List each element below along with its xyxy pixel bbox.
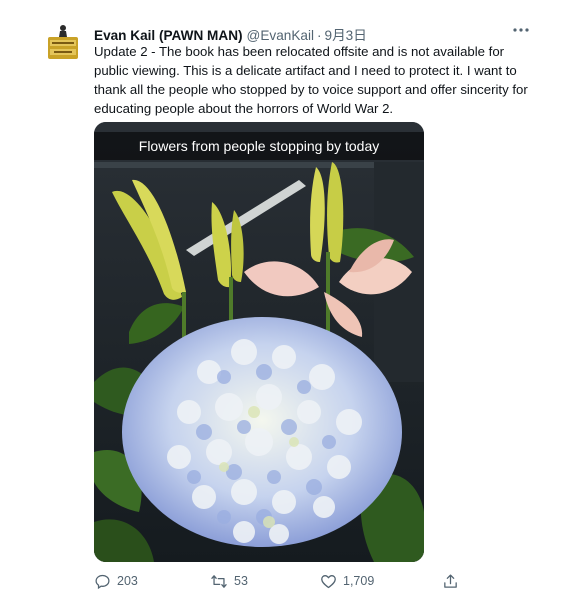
tweet-photo[interactable]: Flowers from people stopping by today [94,122,424,562]
reply-count: 203 [117,574,138,588]
tweet-text: Update 2 - The book has been relocated o… [94,42,534,118]
retweet-button[interactable]: 53 [210,570,248,592]
tweet-text-line: educating people about the horrors of Wo… [94,101,394,116]
user-handle[interactable]: @EvanKail [247,28,314,43]
tweet-date[interactable]: 9月3日 [325,24,367,44]
display-name[interactable]: Evan Kail (PAWN MAN) [94,28,243,43]
action-bar: 203 53 1,709 [94,570,474,592]
retweet-icon [211,574,227,588]
tweet-text-line: thank all the people who stopped by to v… [94,82,528,97]
tweet-header: Evan Kail (PAWN MAN) @EvanKail · 9月3日 [94,24,367,44]
share-button[interactable] [442,570,459,592]
share-icon [444,573,457,588]
flowers-photo [94,122,424,562]
heart-icon [321,574,336,588]
tweet[interactable]: Evan Kail (PAWN MAN) @EvanKail · 9月3日 Up… [0,0,573,615]
separator-dot: · [317,28,322,43]
photo-caption: Flowers from people stopping by today [94,132,424,160]
pawn-man-logo [46,22,80,64]
like-button[interactable]: 1,709 [320,570,374,592]
reply-button[interactable]: 203 [94,570,138,592]
tweet-text-line: public viewing. This is a delicate artif… [94,63,517,78]
retweet-count: 53 [234,574,248,588]
like-count: 1,709 [343,574,375,588]
tweet-text-line: Update 2 - The book has been relocated o… [94,44,505,59]
reply-icon [95,574,110,589]
more-horizontal-icon[interactable] [510,22,532,38]
avatar[interactable] [46,22,80,64]
